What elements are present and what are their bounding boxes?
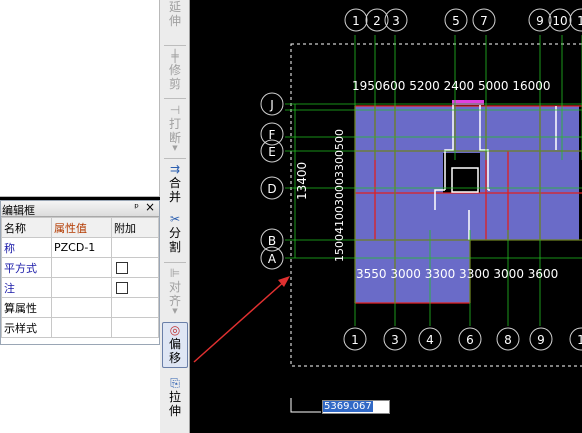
align-icon: ⊫ [169, 266, 181, 280]
offset-label: 偏移 [169, 337, 182, 365]
offset-icon: ◎ [169, 323, 181, 337]
axis-label: 4 [426, 333, 434, 347]
left-total-dimension: 13400 [295, 162, 309, 200]
axis-label: D [267, 182, 276, 196]
break-icon: ⊣ [169, 103, 181, 117]
toolbar-divider [164, 158, 186, 159]
merge-button[interactable]: ⇉ 合并 [162, 162, 188, 204]
axis-label: 7 [480, 14, 488, 28]
split-button[interactable]: ✂ 分割 [162, 212, 188, 254]
cursor-dimension-line [290, 398, 321, 413]
extra-checkbox[interactable] [116, 282, 128, 294]
trim-icon: ╪ [171, 49, 179, 63]
property-value[interactable]: PZCD-1 [51, 237, 112, 258]
header-extra: 附加 [111, 217, 159, 238]
axis-label: 1 [351, 333, 359, 347]
header-value: 属性值 [51, 217, 112, 238]
property-panel-title: 编辑框 [2, 204, 35, 217]
bottom-axis-bubbles [343, 327, 582, 351]
split-icon: ✂ [169, 212, 181, 226]
break-label: 打断 [169, 117, 182, 145]
align-label: 对齐 [169, 280, 182, 308]
table-row[interactable]: 称 PZCD-1 [1, 237, 159, 258]
extend-label: 延伸 [169, 0, 182, 28]
stretch-label: 拉伸 [169, 390, 182, 418]
modify-toolbar: 延伸 ╪ 修剪 ⊣ 打断 ▼ ⇉ 合并 ✂ 分割 ⊫ 对齐 ▼ ◎ 偏移 ⎘ 拉… [160, 0, 190, 433]
stretch-icon: ⎘ [170, 376, 180, 390]
axis-label: A [268, 252, 277, 266]
property-name: 平方式 [1, 257, 52, 278]
axis-label: 3 [392, 14, 400, 28]
coordinate-input[interactable]: 5369.067 [322, 400, 390, 414]
axis-label: 1 [352, 14, 360, 28]
stair-opening [443, 153, 480, 193]
extra-checkbox[interactable] [116, 262, 128, 274]
axis-label: 6 [466, 333, 474, 347]
axis-label: F [269, 128, 276, 142]
align-button[interactable]: ⊫ 对齐 ▼ [162, 266, 188, 315]
property-name: 称 [1, 237, 52, 258]
property-value[interactable] [51, 277, 112, 298]
property-name: 算属性 [1, 297, 52, 318]
property-value[interactable] [51, 317, 112, 338]
property-value[interactable] [51, 257, 112, 278]
axis-label: 10 [552, 14, 567, 28]
merge-icon: ⇉ [169, 162, 181, 176]
extend-button[interactable]: 延伸 [162, 0, 188, 28]
axis-label: 1 [577, 333, 582, 347]
annotation-arrow [193, 279, 287, 363]
left-dimension-chain: 1500410030003300500 [333, 129, 346, 262]
property-extra [111, 277, 159, 298]
property-extra [111, 317, 159, 338]
toolbar-divider [164, 45, 186, 46]
table-row[interactable]: 示样式 [1, 317, 159, 338]
property-table: 名称 属性值 附加 称 PZCD-1 平方式 注 算属性 示样式 [1, 217, 159, 338]
property-editor-panel: 编辑框 ᵖ × 名称 属性值 附加 称 PZCD-1 平方式 注 算属性 示样式 [0, 200, 160, 345]
pin-icon[interactable]: ᵖ [134, 201, 139, 214]
trim-button[interactable]: ╪ 修剪 [162, 49, 188, 91]
dropdown-arrow-icon[interactable]: ▼ [162, 145, 188, 152]
axis-label: 2 [373, 14, 381, 28]
axis-label: J [269, 98, 274, 112]
left-empty-area-lower [0, 345, 160, 433]
trim-label: 修剪 [169, 63, 182, 91]
table-row[interactable]: 算属性 [1, 297, 159, 318]
table-row[interactable]: 注 [1, 277, 159, 298]
axis-label: 3 [391, 333, 399, 347]
close-icon[interactable]: × [145, 200, 155, 214]
axis-label: 1 [577, 14, 582, 28]
offset-button[interactable]: ◎ 偏移 [162, 322, 188, 368]
stretch-button[interactable]: ⎘ 拉伸 [162, 376, 188, 418]
split-label: 分割 [169, 226, 182, 254]
property-extra [111, 257, 159, 278]
property-value[interactable] [51, 297, 112, 318]
merge-label: 合并 [169, 176, 182, 204]
toolbar-divider [164, 98, 186, 99]
dropdown-arrow-icon[interactable]: ▼ [162, 308, 188, 315]
coordinate-value[interactable]: 5369.067 [323, 401, 373, 412]
property-panel-titlebar: 编辑框 ᵖ × [1, 200, 159, 217]
cad-drawing-canvas[interactable]: 1 2 3 5 7 9 10 1 1 3 4 6 8 9 1 J F E D B… [190, 0, 582, 433]
property-name: 示样式 [1, 317, 52, 338]
axis-label: 9 [536, 14, 544, 28]
property-extra [111, 237, 159, 258]
axis-label: 5 [452, 14, 460, 28]
top-dimension-text: 1950600 5200 2400 5000 16000 [352, 79, 551, 93]
property-table-header: 名称 属性值 附加 [1, 217, 159, 238]
axis-label: 9 [537, 333, 545, 347]
axis-label: B [268, 234, 276, 248]
toolbar-divider [164, 262, 186, 263]
left-empty-area [0, 0, 160, 197]
axis-label: 8 [504, 333, 512, 347]
property-name: 注 [1, 277, 52, 298]
bottom-dimension-text: 3550 3000 3300 3300 3000 3600 [356, 267, 558, 281]
axis-label: E [268, 145, 276, 159]
table-row[interactable]: 平方式 [1, 257, 159, 278]
header-name: 名称 [1, 217, 52, 238]
property-extra [111, 297, 159, 318]
break-button[interactable]: ⊣ 打断 ▼ [162, 103, 188, 152]
